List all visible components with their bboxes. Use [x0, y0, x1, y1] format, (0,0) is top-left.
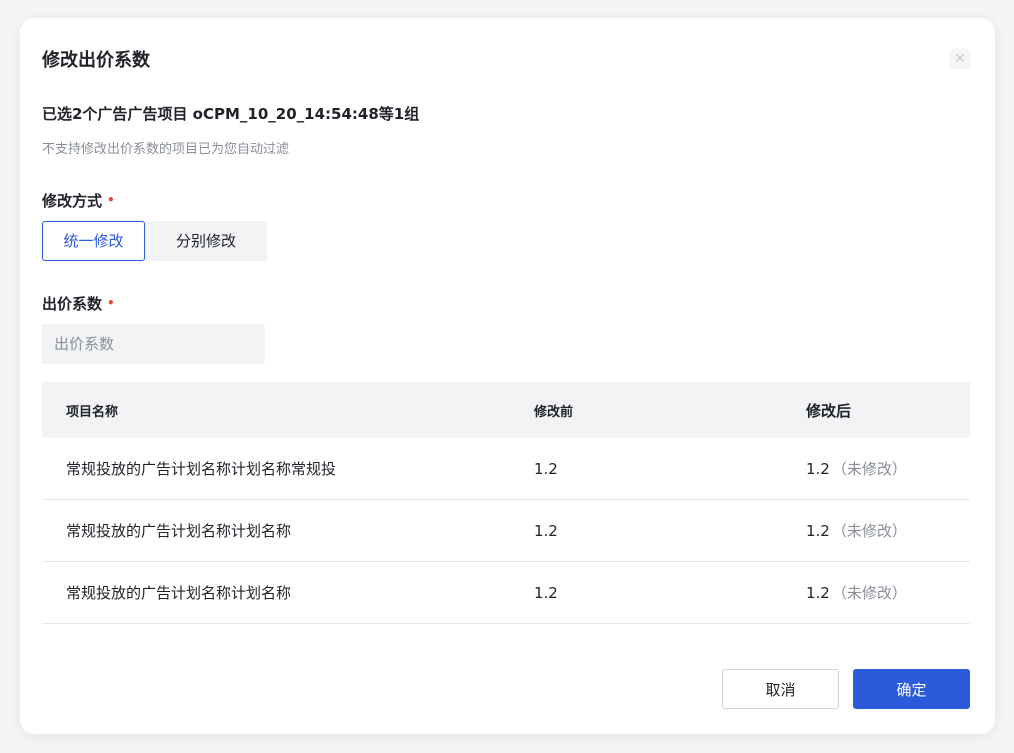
cell-project-name: 常规投放的广告计划名称计划名称: [66, 522, 292, 540]
selected-projects-info: 已选2个广告广告项目 oCPM_10_20_14:54:48等1组: [42, 105, 420, 123]
coefficient-label: 出价系数 •: [42, 293, 115, 314]
filter-note: 不支持修改出价系数的项目已为您自动过滤: [42, 142, 290, 157]
cell-before: 1.2: [534, 521, 558, 540]
confirm-button[interactable]: 确定: [853, 669, 970, 709]
header-before: 修改前: [534, 404, 574, 420]
table-header: 项目名称 修改前 修改后: [42, 382, 970, 438]
projects-table: 项目名称 修改前 修改后 常规投放的广告计划名称计划名称常规投 1.2 1.2 （…: [42, 382, 970, 624]
table-row: 常规投放的广告计划名称计划名称 1.2 1.2 （未修改）: [42, 562, 970, 624]
required-mark: •: [107, 193, 115, 207]
after-value: 1.2: [806, 460, 830, 478]
table-row: 常规投放的广告计划名称计划名称 1.2 1.2 （未修改）: [42, 500, 970, 562]
header-project-name: 项目名称: [66, 404, 119, 420]
cell-after: 1.2 （未修改）: [783, 582, 970, 603]
required-mark: •: [107, 296, 115, 310]
mode-label: 修改方式 •: [42, 190, 115, 211]
table-row: 常规投放的广告计划名称计划名称常规投 1.2 1.2 （未修改）: [42, 438, 970, 500]
dialog-title: 修改出价系数: [42, 50, 150, 71]
mode-segmented-control: 统一修改 分别修改: [42, 221, 267, 261]
cancel-button[interactable]: 取消: [722, 669, 839, 709]
unchanged-note: （未修改）: [831, 584, 907, 602]
cell-before: 1.2: [534, 583, 558, 602]
cell-before: 1.2: [534, 459, 558, 478]
after-value: 1.2: [806, 522, 830, 540]
coefficient-label-text: 出价系数: [42, 295, 103, 313]
unchanged-note: （未修改）: [831, 522, 907, 540]
cell-project-name: 常规投放的广告计划名称计划名称常规投: [66, 460, 337, 478]
after-value: 1.2: [806, 584, 830, 602]
cell-after: 1.2 （未修改）: [783, 458, 970, 479]
unchanged-note: （未修改）: [831, 460, 907, 478]
mode-option-separate[interactable]: 分别修改: [145, 221, 267, 261]
cell-project-name: 常规投放的广告计划名称计划名称: [66, 584, 292, 602]
coefficient-input[interactable]: [42, 324, 265, 364]
mode-option-unified[interactable]: 统一修改: [42, 221, 145, 261]
mode-label-text: 修改方式: [42, 192, 103, 210]
edit-bid-coefficient-dialog: ✕ 修改出价系数 已选2个广告广告项目 oCPM_10_20_14:54:48等…: [20, 18, 995, 734]
header-after: 修改后: [806, 401, 852, 420]
close-icon[interactable]: ✕: [949, 48, 971, 70]
cell-after: 1.2 （未修改）: [783, 520, 970, 541]
